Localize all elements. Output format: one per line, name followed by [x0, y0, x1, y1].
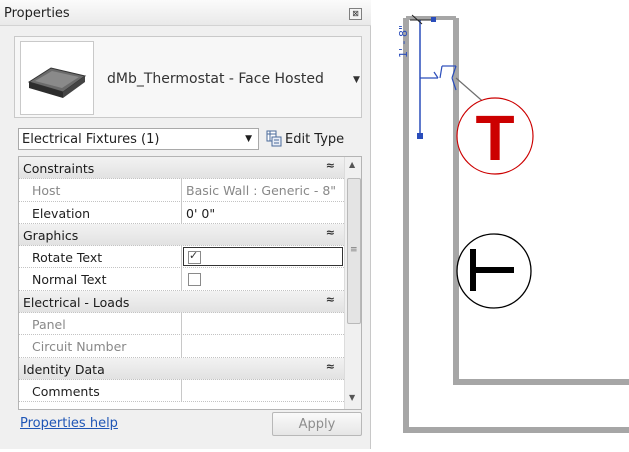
- group-header-graphics[interactable]: Graphics ≈: [19, 223, 344, 247]
- scrollbar-thumb[interactable]: ≡: [347, 178, 361, 324]
- thermostat-letter-selected: T: [475, 102, 514, 174]
- active-cell-outline: [183, 247, 343, 267]
- dropdown-arrow-icon[interactable]: ▼: [353, 75, 360, 85]
- drawing-canvas[interactable]: T: [372, 0, 629, 449]
- type-selector[interactable]: dMb_Thermostat - Face Hosted ▼: [14, 36, 362, 118]
- grip-handle-top[interactable]: [431, 17, 436, 22]
- property-row-host: Host Basic Wall : Generic - 8": [19, 179, 344, 202]
- wall-outer[interactable]: [403, 18, 629, 433]
- property-name: Host: [32, 183, 61, 199]
- property-name: Elevation: [32, 205, 91, 221]
- normal-text-checkbox[interactable]: [188, 273, 201, 287]
- property-value: Basic Wall : Generic - 8": [186, 183, 337, 199]
- scroll-up-arrow-icon[interactable]: ▲: [349, 160, 355, 169]
- type-name: dMb_Thermostat - Face Hosted: [107, 71, 324, 87]
- properties-grid: Constraints ≈ Host Basic Wall : Generic …: [18, 156, 362, 410]
- property-name: Rotate Text: [32, 250, 103, 266]
- properties-palette: Properties ⊠ dMb_Thermostat - Face Hoste…: [0, 0, 371, 449]
- grip-handle-bottom[interactable]: [417, 133, 423, 139]
- palette-title: Properties: [4, 6, 70, 21]
- property-row-rotate-text[interactable]: Rotate Text: [19, 246, 344, 269]
- group-header-electrical-loads[interactable]: Electrical - Loads ≈: [19, 290, 344, 314]
- group-header-constraints[interactable]: Constraints ≈: [19, 157, 344, 180]
- collapse-icon[interactable]: ≈: [326, 159, 335, 172]
- group-label: Electrical - Loads: [23, 294, 130, 310]
- rotate-text-checkbox[interactable]: [188, 249, 201, 265]
- edit-type-icon: [266, 130, 282, 147]
- property-row-circuit-number: Circuit Number: [19, 335, 344, 358]
- property-row-elevation[interactable]: Elevation 0' 0": [19, 201, 344, 224]
- close-icon[interactable]: ⊠: [349, 8, 362, 20]
- property-name: Comments: [32, 383, 100, 399]
- dimension-label: 1' - 8": [397, 24, 410, 58]
- palette-titlebar[interactable]: Properties ⊠: [0, 0, 371, 26]
- thermostat-thumbnail-icon: [20, 41, 94, 115]
- property-name: Circuit Number: [32, 339, 127, 355]
- group-header-identity-data[interactable]: Identity Data ≈: [19, 357, 344, 380]
- collapse-icon[interactable]: ≈: [326, 226, 335, 239]
- group-label: Graphics: [23, 227, 79, 243]
- category-filter-value: Electrical Fixtures (1): [22, 132, 160, 147]
- wall-inner[interactable]: [453, 18, 629, 385]
- edit-type-button[interactable]: Edit Type: [264, 127, 362, 151]
- property-name: Normal Text: [32, 272, 107, 288]
- flip-control-icon[interactable]: [420, 65, 457, 91]
- group-label: Constraints: [23, 161, 95, 176]
- properties-scrollbar[interactable]: ▲ ≡ ▼: [344, 157, 361, 409]
- chevron-down-icon[interactable]: ▼: [245, 134, 252, 144]
- properties-help-link[interactable]: Properties help: [20, 416, 118, 431]
- collapse-icon[interactable]: ≈: [326, 293, 335, 306]
- category-filter-dropdown[interactable]: Electrical Fixtures (1) ▼: [18, 128, 259, 150]
- collapse-icon[interactable]: ≈: [326, 360, 335, 373]
- grip-icon: ≡: [350, 245, 358, 255]
- property-row-normal-text[interactable]: Normal Text: [19, 268, 344, 291]
- apply-button[interactable]: Apply: [272, 412, 362, 436]
- scroll-down-arrow-icon[interactable]: ▼: [349, 393, 355, 402]
- property-name: Panel: [32, 317, 66, 333]
- property-value[interactable]: 0' 0": [186, 206, 215, 221]
- property-row-panel: Panel: [19, 313, 344, 336]
- property-row-comments[interactable]: Comments: [19, 379, 344, 403]
- edit-type-label: Edit Type: [285, 132, 345, 147]
- group-label: Identity Data: [23, 361, 105, 377]
